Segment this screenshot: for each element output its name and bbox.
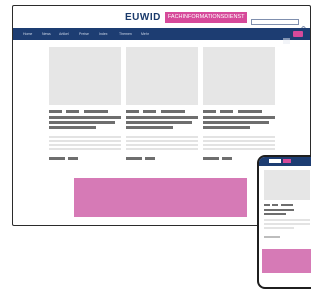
article-excerpt bbox=[126, 144, 198, 146]
article-excerpt bbox=[126, 148, 198, 150]
search-input[interactable] bbox=[251, 19, 299, 25]
phone-article-image bbox=[264, 170, 310, 200]
article-image bbox=[126, 47, 198, 105]
phone-article-tag bbox=[264, 236, 280, 238]
phone-article-title bbox=[264, 213, 286, 215]
article-meta bbox=[49, 110, 62, 113]
article-excerpt bbox=[203, 148, 275, 150]
nav-item-preise[interactable]: Preise bbox=[79, 31, 89, 37]
phone-article-excerpt bbox=[264, 223, 310, 225]
logo-text: EUWID bbox=[125, 12, 161, 23]
article-title bbox=[126, 126, 173, 129]
article-meta bbox=[143, 110, 156, 113]
phone-logo[interactable] bbox=[269, 159, 281, 163]
article-title bbox=[49, 126, 96, 129]
article-meta bbox=[238, 110, 262, 113]
phone-ad-banner[interactable] bbox=[262, 249, 311, 273]
article-tag bbox=[68, 157, 78, 160]
nav-item-index[interactable]: Index bbox=[99, 31, 108, 37]
ad-banner[interactable] bbox=[74, 178, 247, 217]
article-excerpt bbox=[203, 136, 275, 138]
main-nav: Home News Artikel Preise Index Themen Me… bbox=[13, 28, 310, 44]
site-logo[interactable]: EUWID FACHINFORMATIONSDIENST bbox=[123, 12, 248, 23]
phone-article-meta bbox=[264, 204, 270, 206]
phone-article-meta bbox=[281, 204, 293, 206]
menu-icon[interactable] bbox=[283, 31, 290, 44]
article-image bbox=[203, 47, 275, 105]
article-meta bbox=[161, 110, 185, 113]
article-card[interactable] bbox=[126, 47, 198, 169]
article-card[interactable] bbox=[203, 47, 275, 169]
phone-article-meta bbox=[272, 204, 278, 206]
search-icon[interactable] bbox=[301, 19, 307, 32]
phone-screen bbox=[257, 155, 311, 289]
article-title bbox=[126, 116, 198, 119]
article-tag bbox=[126, 157, 142, 160]
article-tag bbox=[203, 157, 219, 160]
article-excerpt bbox=[49, 136, 121, 138]
phone-brand-badge bbox=[283, 159, 291, 163]
article-meta bbox=[126, 110, 139, 113]
article-tag bbox=[49, 157, 65, 160]
article-title bbox=[49, 121, 115, 124]
article-title bbox=[126, 121, 192, 124]
article-excerpt bbox=[203, 140, 275, 142]
article-meta bbox=[220, 110, 233, 113]
article-meta bbox=[203, 110, 216, 113]
article-tag bbox=[145, 157, 155, 160]
article-meta bbox=[84, 110, 108, 113]
nav-item-home[interactable]: Home bbox=[23, 31, 32, 37]
article-excerpt bbox=[49, 148, 121, 150]
article-excerpt bbox=[126, 140, 198, 142]
logo-tagline: FACHINFORMATIONSDIENST bbox=[164, 12, 248, 23]
article-title bbox=[203, 126, 250, 129]
article-excerpt bbox=[203, 144, 275, 146]
phone-article-excerpt bbox=[264, 219, 310, 221]
phone-article-title bbox=[264, 209, 294, 211]
article-excerpt bbox=[49, 144, 121, 146]
article-title bbox=[203, 121, 269, 124]
nav-item-mehr[interactable]: Mehr bbox=[141, 31, 149, 37]
article-title bbox=[49, 116, 121, 119]
article-meta bbox=[66, 110, 79, 113]
article-title bbox=[203, 116, 275, 119]
user-icon[interactable] bbox=[293, 31, 303, 37]
article-tag bbox=[222, 157, 232, 160]
nav-item-themen[interactable]: Themen bbox=[119, 31, 132, 37]
article-card[interactable] bbox=[49, 47, 121, 169]
nav-item-artikel[interactable]: Artikel bbox=[59, 31, 69, 37]
article-excerpt bbox=[126, 136, 198, 138]
article-excerpt bbox=[49, 140, 121, 142]
article-image bbox=[49, 47, 121, 105]
phone-article-excerpt bbox=[264, 227, 294, 229]
nav-item-news[interactable]: News bbox=[42, 31, 51, 37]
